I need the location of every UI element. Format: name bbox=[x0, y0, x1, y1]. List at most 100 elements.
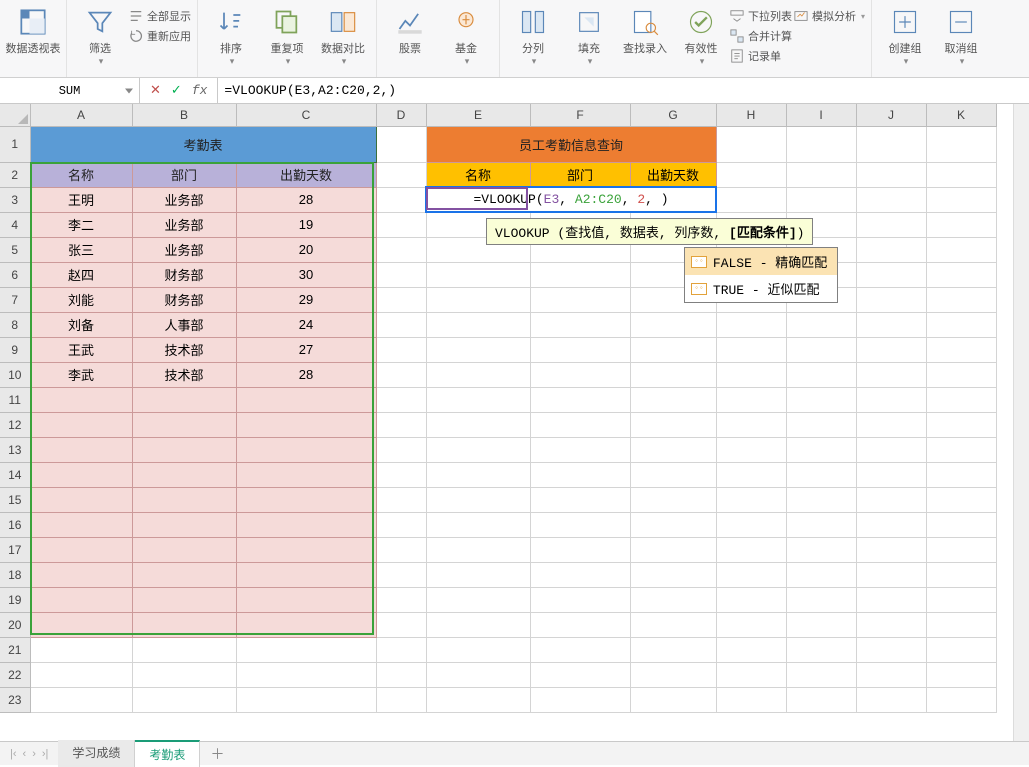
cell[interactable] bbox=[856, 337, 926, 362]
cell[interactable] bbox=[630, 362, 716, 387]
cell[interactable] bbox=[530, 387, 630, 412]
cell[interactable] bbox=[376, 212, 426, 237]
cell[interactable] bbox=[716, 462, 786, 487]
cell[interactable] bbox=[376, 462, 426, 487]
cell[interactable] bbox=[856, 212, 926, 237]
cell[interactable] bbox=[926, 262, 996, 287]
attendance-title[interactable]: 考勤表 bbox=[30, 126, 376, 162]
cell[interactable] bbox=[786, 387, 856, 412]
autocomplete-option[interactable]: ◦◦TRUE - 近似匹配 bbox=[685, 275, 837, 302]
cell[interactable] bbox=[786, 637, 856, 662]
row-header[interactable]: 6 bbox=[0, 262, 30, 287]
cell[interactable]: 24 bbox=[236, 312, 376, 337]
cell[interactable] bbox=[132, 412, 236, 437]
row-header[interactable]: 7 bbox=[0, 287, 30, 312]
cell[interactable] bbox=[926, 462, 996, 487]
cell[interactable] bbox=[236, 662, 376, 687]
cell[interactable] bbox=[716, 337, 786, 362]
tab-first-icon[interactable]: |‹ bbox=[10, 748, 17, 760]
column-header[interactable]: I bbox=[786, 104, 856, 126]
cell[interactable] bbox=[530, 587, 630, 612]
cell[interactable] bbox=[856, 637, 926, 662]
row-header[interactable]: 23 bbox=[0, 687, 30, 712]
cell[interactable] bbox=[630, 487, 716, 512]
cell[interactable] bbox=[926, 687, 996, 712]
cell[interactable] bbox=[786, 312, 856, 337]
cell[interactable] bbox=[630, 662, 716, 687]
row-header[interactable]: 11 bbox=[0, 387, 30, 412]
cell[interactable] bbox=[856, 162, 926, 187]
cell[interactable] bbox=[426, 612, 530, 637]
cell[interactable] bbox=[132, 512, 236, 537]
cell[interactable] bbox=[786, 612, 856, 637]
lookup-header[interactable]: 部门 bbox=[530, 162, 630, 187]
cell[interactable] bbox=[630, 587, 716, 612]
cell[interactable] bbox=[926, 612, 996, 637]
cell[interactable] bbox=[376, 187, 426, 212]
cell[interactable] bbox=[926, 362, 996, 387]
cell[interactable]: 业务部 bbox=[132, 212, 236, 237]
cell[interactable] bbox=[376, 162, 426, 187]
lookup-header[interactable]: 出勤天数 bbox=[630, 162, 716, 187]
stock-button[interactable]: 股票 bbox=[383, 4, 437, 56]
dedup-button[interactable]: 重复项 bbox=[260, 4, 314, 67]
cell[interactable] bbox=[926, 637, 996, 662]
cell[interactable] bbox=[856, 362, 926, 387]
cell[interactable] bbox=[376, 537, 426, 562]
cell[interactable] bbox=[236, 562, 376, 587]
cell[interactable] bbox=[856, 562, 926, 587]
cell[interactable]: 刘能 bbox=[30, 287, 132, 312]
cell[interactable]: 技术部 bbox=[132, 362, 236, 387]
cell[interactable] bbox=[376, 587, 426, 612]
fund-button[interactable]: 基金 bbox=[439, 4, 493, 67]
cell[interactable] bbox=[30, 562, 132, 587]
cell[interactable] bbox=[716, 437, 786, 462]
ungroup-button[interactable]: 取消组 bbox=[934, 4, 988, 67]
cell[interactable] bbox=[630, 562, 716, 587]
cell[interactable] bbox=[926, 187, 996, 212]
cell[interactable] bbox=[132, 537, 236, 562]
cell[interactable] bbox=[426, 637, 530, 662]
cell[interactable] bbox=[786, 162, 856, 187]
cell[interactable] bbox=[786, 462, 856, 487]
filter-button[interactable]: 筛选 bbox=[73, 4, 127, 67]
cell[interactable] bbox=[856, 612, 926, 637]
column-header[interactable]: J bbox=[856, 104, 926, 126]
cell[interactable] bbox=[856, 437, 926, 462]
cell[interactable] bbox=[856, 237, 926, 262]
row-header[interactable]: 10 bbox=[0, 362, 30, 387]
cell[interactable] bbox=[30, 612, 132, 637]
cell[interactable] bbox=[530, 412, 630, 437]
cell[interactable] bbox=[30, 687, 132, 712]
sheet-tab[interactable]: 考勤表 bbox=[135, 740, 200, 767]
cell[interactable] bbox=[376, 262, 426, 287]
cell[interactable] bbox=[530, 662, 630, 687]
cell[interactable] bbox=[926, 587, 996, 612]
cell[interactable] bbox=[426, 562, 530, 587]
cell[interactable]: 19 bbox=[236, 212, 376, 237]
cell[interactable] bbox=[132, 462, 236, 487]
data-compare-button[interactable]: 数据对比 bbox=[316, 4, 370, 67]
cell[interactable] bbox=[132, 612, 236, 637]
cell[interactable] bbox=[716, 187, 786, 212]
cell[interactable] bbox=[926, 287, 996, 312]
cell[interactable] bbox=[530, 362, 630, 387]
cell[interactable] bbox=[132, 487, 236, 512]
cell[interactable] bbox=[236, 612, 376, 637]
editing-cell[interactable]: =VLOOKUP(E3, A2:C20, 2, ) bbox=[426, 187, 716, 212]
cell[interactable] bbox=[856, 262, 926, 287]
row-header[interactable]: 15 bbox=[0, 487, 30, 512]
row-header[interactable]: 19 bbox=[0, 587, 30, 612]
cell[interactable] bbox=[426, 587, 530, 612]
cell[interactable] bbox=[30, 512, 132, 537]
cell[interactable] bbox=[926, 387, 996, 412]
cell[interactable] bbox=[856, 587, 926, 612]
cell[interactable] bbox=[530, 287, 630, 312]
column-header[interactable]: D bbox=[376, 104, 426, 126]
cell[interactable] bbox=[856, 187, 926, 212]
cell[interactable] bbox=[30, 462, 132, 487]
insert-function-button[interactable]: fx bbox=[192, 83, 208, 98]
cell[interactable]: 刘备 bbox=[30, 312, 132, 337]
cell[interactable] bbox=[132, 662, 236, 687]
column-header[interactable]: G bbox=[630, 104, 716, 126]
